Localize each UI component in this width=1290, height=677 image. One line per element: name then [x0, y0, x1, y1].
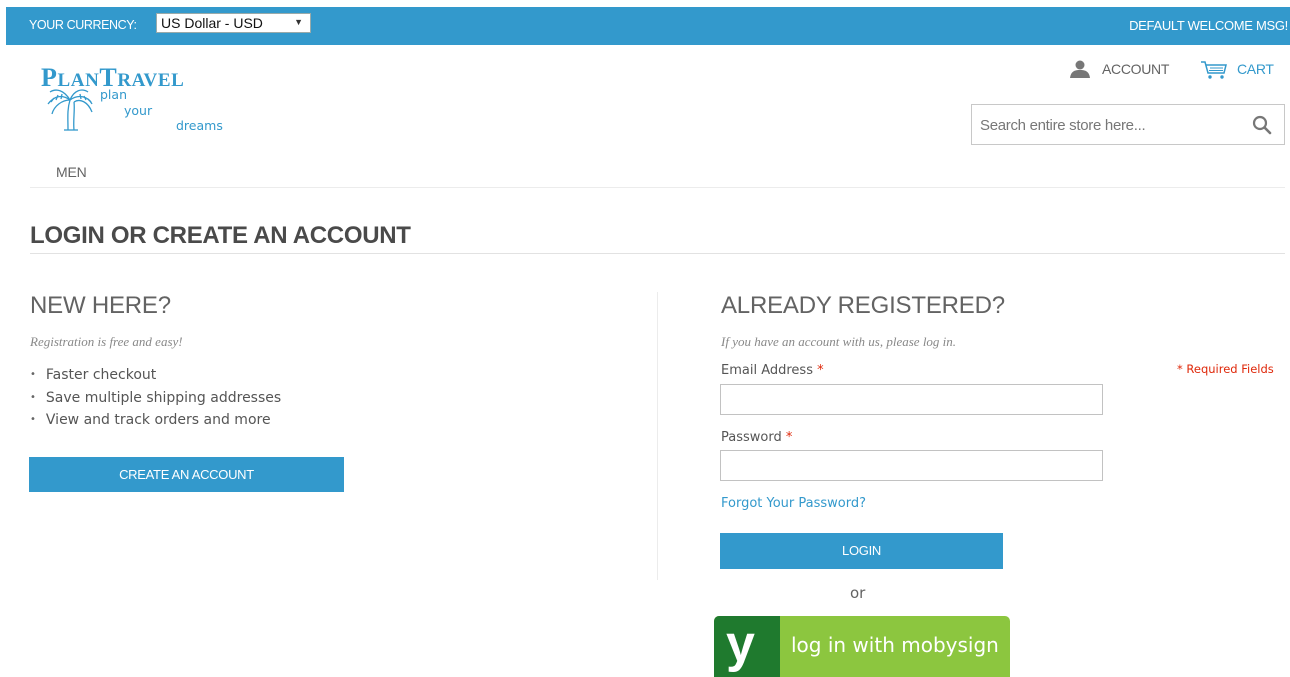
user-icon — [1070, 60, 1090, 78]
palm-tree-icon — [47, 89, 93, 131]
search-box — [971, 104, 1285, 145]
top-bar: YOUR CURRENCY: US Dollar - USD ▼ DEFAULT… — [6, 7, 1290, 45]
login-intro: If you have an account with us, please l… — [721, 334, 957, 349]
mobysign-logo-letter: y — [726, 616, 755, 673]
password-label: Password * — [721, 430, 792, 445]
column-divider — [657, 292, 658, 580]
search-icon[interactable] — [1252, 115, 1272, 135]
search-input[interactable] — [980, 114, 1240, 136]
nav-item-men[interactable]: MEN — [56, 164, 87, 180]
login-heading: ALREADY REGISTERED? — [721, 292, 1005, 319]
email-label: Email Address * — [721, 363, 824, 378]
welcome-message: DEFAULT WELCOME MSG! — [1129, 18, 1288, 33]
list-item: Faster checkout — [30, 365, 281, 388]
account-label: ACCOUNT — [1102, 61, 1170, 77]
required-marker: * — [817, 363, 824, 378]
mobysign-login-button[interactable]: y log in with mobysign — [714, 616, 1010, 677]
logo-letters: RAVEL — [117, 70, 185, 91]
mobysign-label: log in with mobysign — [791, 633, 999, 657]
cart-label: CART — [1237, 61, 1274, 77]
password-field[interactable] — [720, 450, 1103, 481]
nav-divider — [30, 187, 1285, 188]
forgot-password-link[interactable]: Forgot Your Password? — [721, 496, 866, 511]
new-customer-intro: Registration is free and easy! — [30, 334, 183, 349]
new-customer-heading: NEW HERE? — [30, 292, 171, 319]
logo-tagline-your: your — [124, 103, 153, 118]
login-button[interactable]: LOGIN — [720, 533, 1003, 569]
logo-tagline-dreams: dreams — [176, 118, 223, 133]
create-account-button[interactable]: CREATE AN ACCOUNT — [29, 457, 344, 492]
required-marker: * — [785, 430, 793, 445]
currency-label: YOUR CURRENCY: — [29, 18, 137, 32]
email-field[interactable] — [720, 384, 1103, 415]
chevron-down-icon: ▼ — [294, 17, 303, 27]
currency-select-value: US Dollar - USD — [161, 15, 263, 31]
list-item: Save multiple shipping addresses — [30, 388, 281, 411]
cart-icon — [1201, 61, 1227, 79]
password-label-text: Password — [721, 430, 782, 445]
logo-tagline-plan: plan — [100, 87, 127, 102]
site-logo[interactable]: PLANTRAVEL plan your dreams — [38, 58, 238, 138]
title-divider — [30, 253, 1285, 254]
required-fields-note: * Required Fields — [1177, 362, 1274, 376]
or-separator: or — [850, 584, 866, 602]
list-item: View and track orders and more — [30, 410, 281, 433]
email-label-text: Email Address — [721, 363, 813, 378]
benefits-list: Faster checkout Save multiple shipping a… — [30, 365, 281, 433]
page-title: LOGIN OR CREATE AN ACCOUNT — [30, 222, 411, 249]
currency-select[interactable]: US Dollar - USD ▼ — [156, 13, 311, 33]
mobysign-logo-icon: y — [714, 616, 780, 677]
